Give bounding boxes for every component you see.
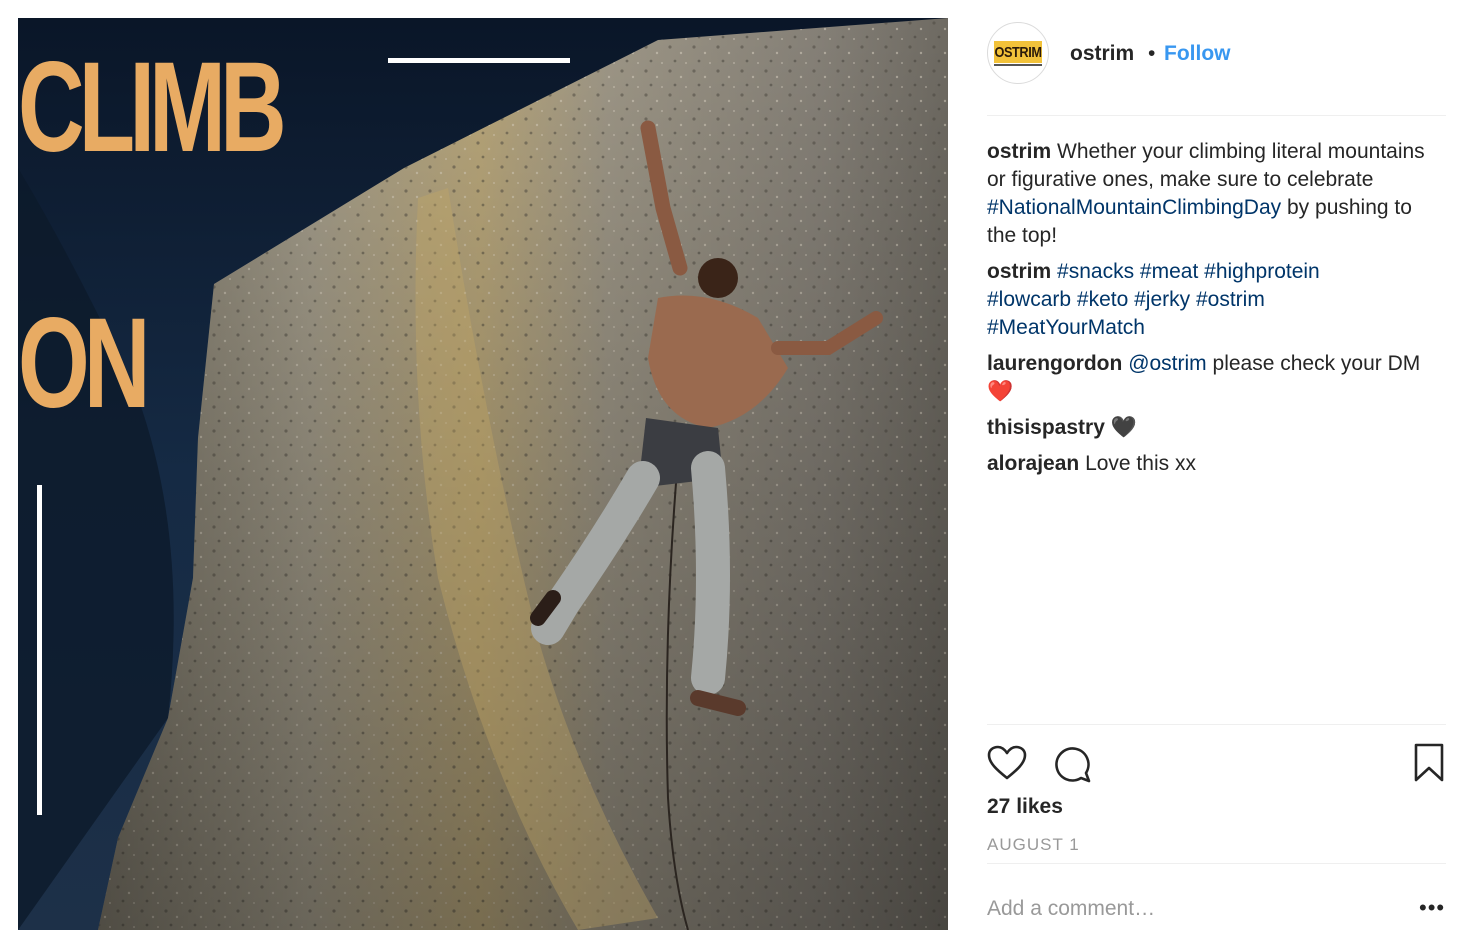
hashtag-link[interactable]: #NationalMountainClimbingDay — [987, 196, 1281, 219]
comment-text: please check your DM — [1212, 352, 1421, 375]
more-options-button[interactable]: ••• — [1419, 895, 1445, 921]
comment-item: thisispastry 🖤 — [987, 414, 1446, 442]
comment-username[interactable]: ostrim — [987, 140, 1051, 163]
hashtag-link[interactable]: #jerky — [1134, 288, 1190, 311]
black-heart-emoji: 🖤 — [1110, 416, 1137, 439]
avatar-logo-text: OSTRIM — [994, 44, 1042, 61]
post-date[interactable]: AUGUST 1 — [987, 835, 1080, 855]
comment-item: alorajean Love this xx — [987, 450, 1446, 478]
hashtag-link[interactable]: #highprotein — [1204, 260, 1320, 283]
avatar-logo-underline — [994, 64, 1042, 66]
comment-item: laurengordon @ostrim please check your D… — [987, 350, 1446, 406]
post-side-panel: OSTRIM ostrim • Follow ostrim Whether yo… — [987, 18, 1446, 948]
comment-username[interactable]: ostrim — [987, 260, 1051, 283]
comment-icon[interactable] — [1053, 745, 1091, 783]
hashtag-link[interactable]: #meat — [1140, 260, 1198, 283]
hashtag-link[interactable]: #keto — [1077, 288, 1128, 311]
comment-username[interactable]: alorajean — [987, 452, 1079, 475]
follow-button[interactable]: Follow — [1164, 42, 1231, 66]
header-username[interactable]: ostrim — [1070, 42, 1134, 66]
red-heart-emoji: ❤️ — [987, 380, 1014, 403]
caption-comment: ostrim Whether your climbing literal mou… — [987, 138, 1446, 250]
hashtag-link[interactable]: #snacks — [1057, 260, 1134, 283]
caption-text: Whether your climbing literal mountains … — [987, 140, 1425, 191]
comment-username[interactable]: thisispastry — [987, 416, 1105, 439]
heart-icon[interactable] — [987, 745, 1027, 781]
header-separator: • — [1148, 42, 1156, 65]
post-image[interactable]: CLIMB ON — [18, 18, 948, 930]
likes-count[interactable]: 27 likes — [987, 795, 1063, 819]
overlay-word-climb: CLIMB — [18, 36, 287, 179]
post-header: OSTRIM ostrim • Follow — [987, 18, 1446, 116]
bookmark-icon[interactable] — [1413, 743, 1445, 783]
overlay-horizontal-line — [388, 58, 570, 63]
post-actions: 27 likes AUGUST 1 Add a comment… ••• — [987, 724, 1446, 925]
mention-link[interactable]: @ostrim — [1128, 352, 1206, 375]
comment-text: Love this xx — [1085, 452, 1196, 475]
hashtags-comment: ostrim #snacks #meat #highprotein #lowca… — [987, 258, 1446, 342]
comments-list: ostrim Whether your climbing literal mou… — [987, 138, 1446, 486]
hashtag-link[interactable]: #ostrim — [1196, 288, 1265, 311]
hashtag-link[interactable]: #MeatYourMatch — [987, 316, 1145, 339]
divider — [987, 863, 1446, 864]
hashtag-link[interactable]: #lowcarb — [987, 288, 1071, 311]
overlay-word-on: ON — [18, 292, 150, 435]
avatar[interactable]: OSTRIM — [987, 22, 1049, 84]
comment-username[interactable]: laurengordon — [987, 352, 1122, 375]
overlay-vertical-line — [37, 485, 42, 815]
add-comment-input[interactable]: Add a comment… — [987, 897, 1155, 921]
